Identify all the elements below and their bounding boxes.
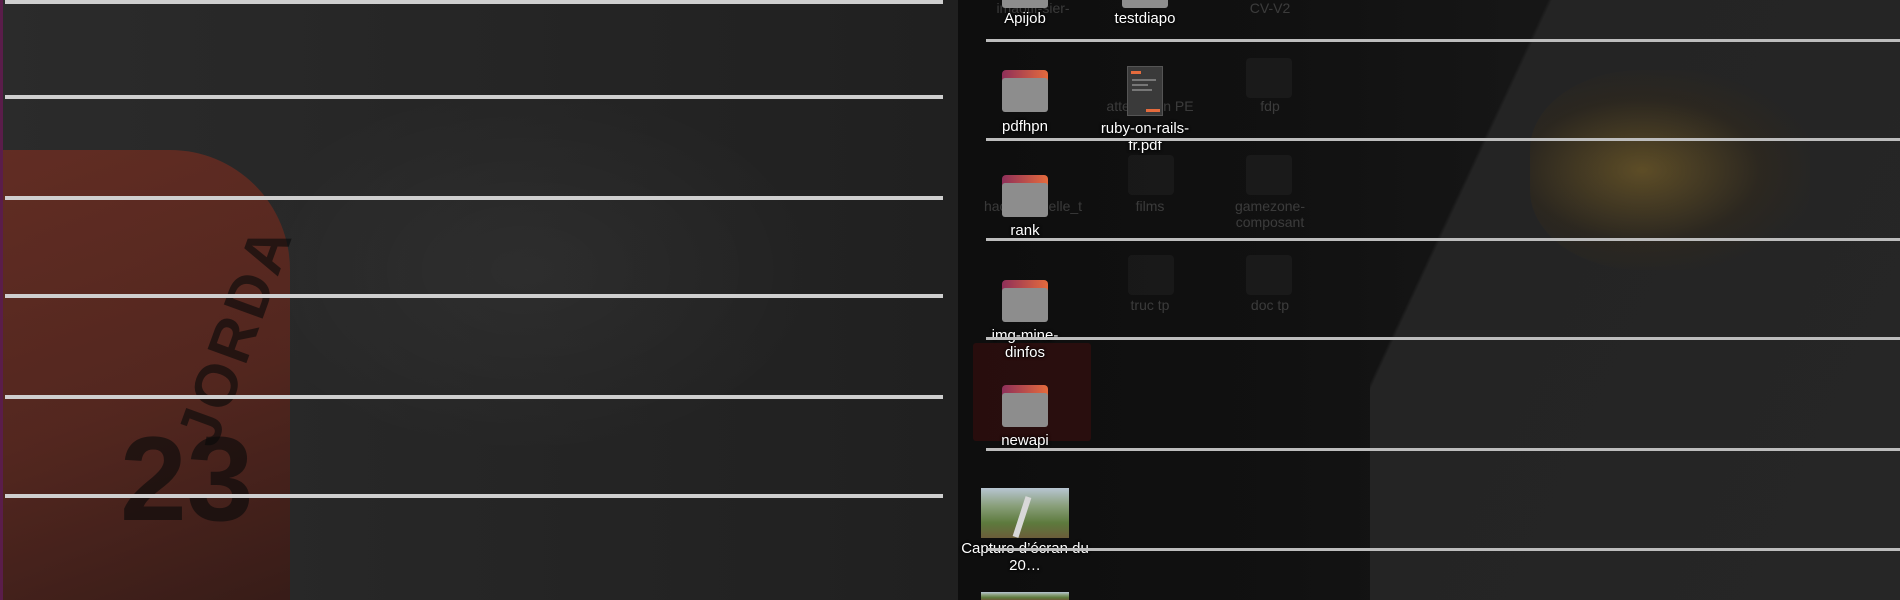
- desktop-icon-apijob[interactable]: Apijob: [960, 10, 1090, 27]
- image-thumbnail: [981, 592, 1069, 600]
- folder-icon: [1002, 70, 1048, 112]
- icon-label: testdiapo: [1114, 10, 1176, 27]
- icon-label: Apijob: [1004, 10, 1046, 27]
- icon-label: newapi: [1001, 432, 1049, 449]
- faded-icon: [1128, 255, 1174, 295]
- desktop-icon-partial[interactable]: [960, 592, 1090, 600]
- folder-icon: [1002, 385, 1048, 427]
- window-edge: [0, 0, 3, 600]
- faded-icon-label: truc tp: [1130, 297, 1170, 313]
- overlay-line: [986, 238, 1900, 241]
- faded-icon-label: fdp: [1260, 98, 1280, 114]
- desktop-icon-newapi[interactable]: newapi: [960, 385, 1090, 449]
- faded-icon-label: doc tp: [1250, 297, 1290, 313]
- overlay-line: [986, 138, 1900, 141]
- faded-icon: [1128, 155, 1174, 195]
- faded-icon-label: CV-V2: [1249, 0, 1291, 16]
- faded-icon-label: gamezone-composant: [1234, 198, 1306, 230]
- folder-icon: [1002, 175, 1048, 217]
- icon-label: img-mine-dinfos: [991, 327, 1059, 361]
- overlay-line: [5, 494, 943, 498]
- folder-icon: [1002, 0, 1048, 8]
- overlay-line: [5, 294, 943, 298]
- faded-icon: [1246, 255, 1292, 295]
- icon-label: rank: [1010, 222, 1040, 239]
- overlay-line: [5, 395, 943, 399]
- overlay-line: [986, 448, 1900, 451]
- desktop-icon-testdiapo[interactable]: testdiapo: [1080, 10, 1210, 27]
- faded-icon: [1246, 58, 1292, 98]
- overlay-line: [5, 196, 943, 200]
- faded-icon-label: films: [1135, 198, 1165, 214]
- jersey-number: 23: [120, 412, 254, 546]
- overlay-line: [5, 0, 943, 4]
- divider: [943, 0, 958, 600]
- icon-label: ruby-on-rails-fr.pdf: [1100, 120, 1190, 154]
- faded-icon: [1246, 155, 1292, 195]
- pdf-icon: [1127, 66, 1163, 116]
- overlay-line: [986, 337, 1900, 340]
- icon-label: Capture d’écran du 20…: [961, 540, 1089, 574]
- overlay-line: [5, 95, 943, 99]
- desktop-icon-rank[interactable]: rank: [960, 175, 1090, 239]
- desktop-icon-pdfhpn[interactable]: pdfhpn: [960, 70, 1090, 135]
- icon-label: pdfhpn: [1002, 118, 1048, 135]
- overlay-line: [986, 548, 1900, 551]
- desktop-icon-img-mine-dinfos[interactable]: img-mine-dinfos: [960, 280, 1090, 361]
- folder-icon: [1122, 0, 1168, 8]
- overlay-line: [986, 39, 1900, 42]
- image-thumbnail: [981, 488, 1069, 538]
- desktop-icon-capture[interactable]: Capture d’écran du 20…: [960, 488, 1090, 574]
- folder-icon: [1002, 280, 1048, 322]
